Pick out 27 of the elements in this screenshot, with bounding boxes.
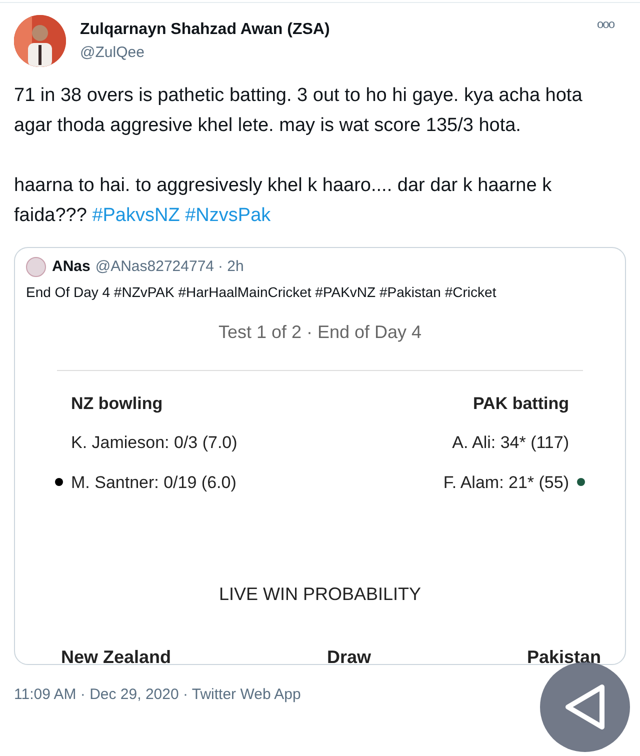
quoted-author-handle: @ANas82724774 — [95, 257, 214, 277]
tweet-text: haarna to hai. to aggresivesly khel k haaro.... dar dar k haarne k faida??? #PakvsNZ #NzvsPak — [14, 174, 553, 228]
quoted-avatar — [26, 257, 46, 278]
quoted-tweet-card[interactable] — [14, 247, 626, 665]
batting-heading: PAK batting — [472, 392, 569, 415]
tweet-text: 71 in 38 overs is pathetic batting. 3 out to ho hi gaye. kya acha hota agar thoda aggresive khel lete. may is wat score 135/3 hota. — [14, 84, 584, 138]
back-triangle-icon — [564, 684, 606, 730]
author-handle[interactable]: @ZulQee — [80, 42, 330, 64]
bowler-stat: K. Jamieson: 0/3 (7.0) — [71, 432, 238, 454]
quoted-author-name: ANas — [52, 257, 90, 277]
hashtag-link[interactable]: #PakvsNZ — [92, 205, 180, 226]
bowling-heading: NZ bowling — [71, 392, 164, 415]
team-name: Draw — [326, 646, 371, 664]
avatar[interactable] — [14, 15, 66, 67]
team-name: Pakistan — [526, 646, 601, 664]
batter-stat: A. Ali: 34* (117) — [452, 432, 569, 454]
team-name: New Zealand — [61, 646, 172, 664]
bowler-stat: M. Santner: 0/19 (6.0) — [71, 472, 236, 494]
batter-stat: F. Alam: 21* (55) — [443, 472, 569, 494]
more-options[interactable]: ooo — [596, 15, 614, 33]
author-name[interactable]: Zulqarnayn Shahzad Awan (ZSA) — [80, 18, 330, 42]
tweet-timestamp[interactable]: 11:09 AM · Dec 29, 2020 · Twitter Web App — [14, 686, 301, 703]
hashtag-link[interactable]: #NzvsPak — [185, 205, 271, 226]
quoted-text: End Of Day 4 #NZvPAK #HarHaalMainCricket #PAKvNZ #Pakistan #Cricket — [25, 282, 498, 302]
quoted-time: · 2h — [218, 257, 244, 277]
win-probability-heading: LIVE WIN PROBABILITY — [218, 584, 422, 604]
match-title: Test 1 of 2 · End of Day 4 — [218, 322, 422, 342]
